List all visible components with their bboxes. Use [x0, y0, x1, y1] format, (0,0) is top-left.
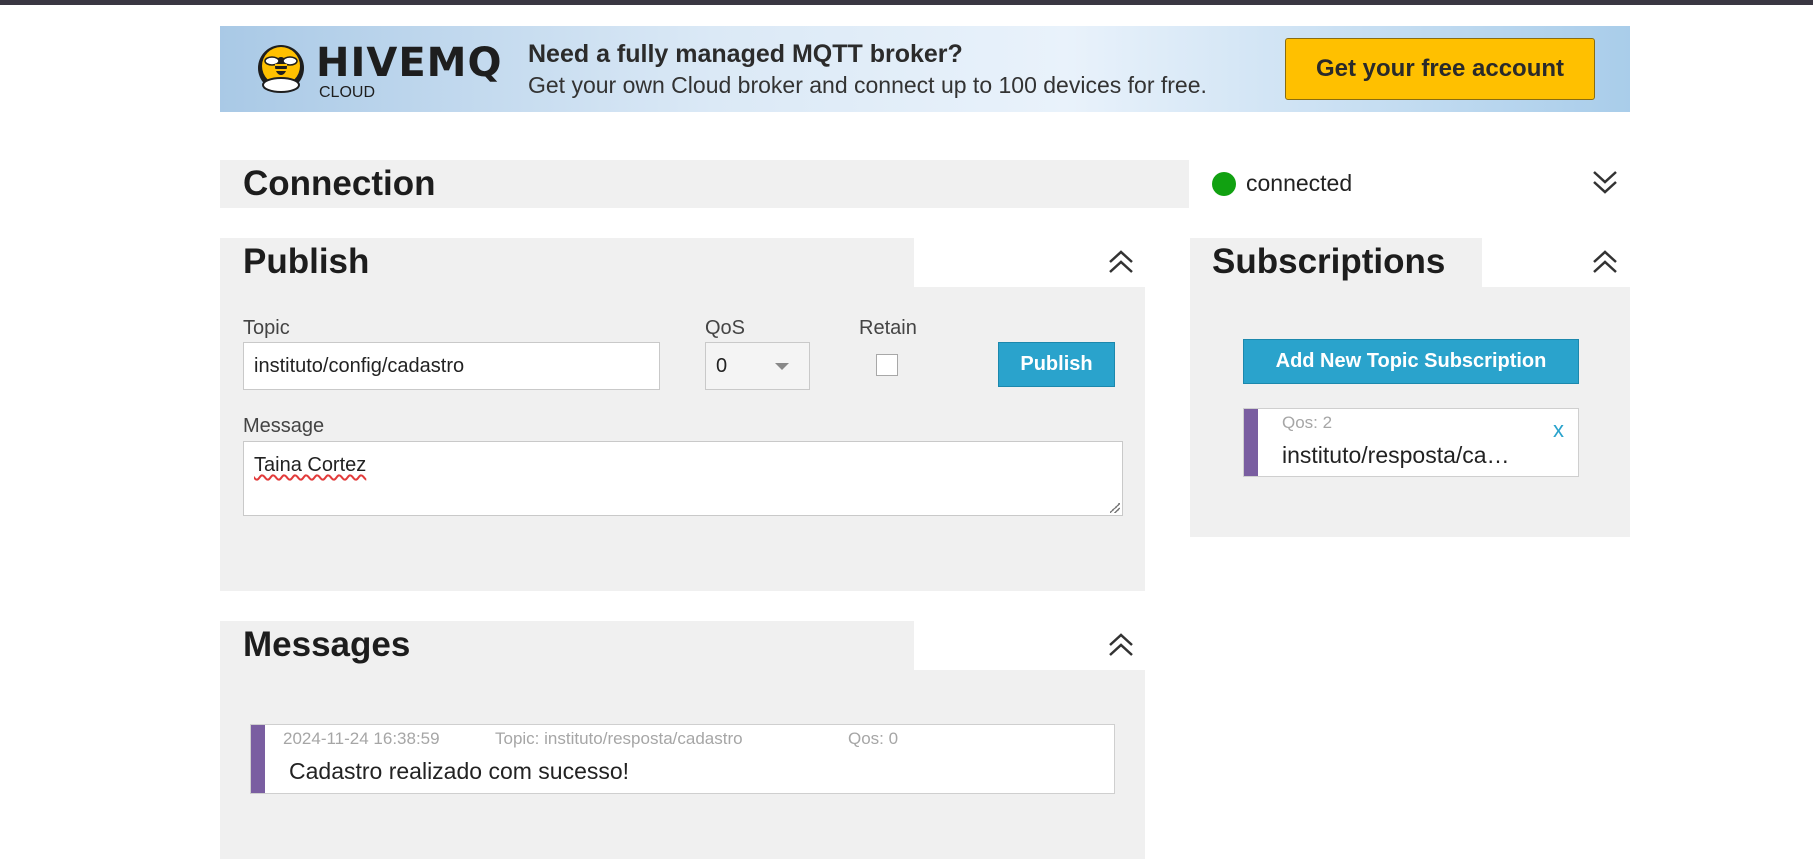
- topic-label: Topic: [243, 317, 290, 339]
- subscription-item[interactable]: Qos: 2 instituto/resposta/ca… x: [1243, 408, 1579, 477]
- chevron-double-up-icon[interactable]: [1590, 246, 1620, 276]
- subscriptions-panel-body: Add New Topic Subscription Qos: 2 instit…: [1190, 287, 1630, 537]
- publish-title: Publish: [243, 242, 370, 281]
- hivemq-cloud-banner: HIVEMQ CLOUD Need a fully managed MQTT b…: [220, 26, 1630, 112]
- messages-title: Messages: [243, 625, 411, 664]
- message-item[interactable]: 2024-11-24 16:38:59 Topic: instituto/res…: [250, 724, 1115, 794]
- qos-value: 0: [716, 355, 728, 377]
- resize-handle-icon[interactable]: [1110, 503, 1120, 513]
- publish-panel-header[interactable]: Publish: [220, 238, 914, 288]
- message-payload: Cadastro realizado com sucesso!: [289, 758, 630, 784]
- banner-subline: Get your own Cloud broker and connect up…: [528, 72, 1207, 98]
- caret-down-icon: [775, 363, 789, 370]
- qos-label: QoS: [705, 317, 746, 339]
- remove-subscription-button[interactable]: x: [1553, 417, 1564, 443]
- message-timestamp: 2024-11-24 16:38:59: [283, 729, 440, 748]
- connection-title: Connection: [243, 164, 436, 203]
- add-topic-subscription-button[interactable]: Add New Topic Subscription: [1243, 339, 1579, 384]
- subscription-topic: instituto/resposta/ca…: [1282, 442, 1510, 468]
- message-qos: Qos: 0: [848, 729, 899, 748]
- logo-subtitle: CLOUD: [319, 84, 376, 101]
- get-free-account-button[interactable]: Get your free account: [1285, 38, 1595, 100]
- banner-headline: Need a fully managed MQTT broker?: [528, 40, 963, 68]
- subscriptions-title: Subscriptions: [1212, 242, 1446, 281]
- window-top-bar: [0, 0, 1813, 5]
- retain-checkbox[interactable]: [876, 354, 898, 376]
- message-color-bar: [251, 725, 265, 793]
- message-textarea[interactable]: Taina Cortez: [243, 441, 1123, 516]
- logo-wordmark: HIVEMQ: [316, 40, 503, 86]
- publish-panel-body: Topic instituto/config/cadastro QoS 0 Re…: [220, 287, 1145, 591]
- chevron-double-up-icon[interactable]: [1106, 246, 1136, 276]
- message-text: Taina Cortez: [254, 454, 367, 476]
- message-label: Message: [243, 415, 325, 437]
- messages-panel-header[interactable]: Messages: [220, 621, 914, 671]
- hivemq-logo[interactable]: HIVEMQ CLOUD: [256, 40, 501, 101]
- chevron-double-down-icon[interactable]: [1590, 168, 1620, 198]
- status-indicator-icon: [1212, 172, 1236, 196]
- topic-input[interactable]: instituto/config/cadastro: [243, 342, 660, 390]
- messages-panel-body: 2024-11-24 16:38:59 Topic: instituto/res…: [220, 670, 1145, 859]
- retain-label: Retain: [859, 317, 917, 339]
- bee-icon: [258, 45, 304, 93]
- subscription-qos: Qos: 2: [1282, 413, 1333, 432]
- chevron-double-up-icon[interactable]: [1106, 629, 1136, 659]
- subscriptions-panel-header[interactable]: Subscriptions: [1190, 238, 1482, 288]
- subscription-color-bar: [1244, 409, 1258, 476]
- connection-panel-header[interactable]: Connection: [220, 160, 1189, 208]
- qos-select[interactable]: 0: [705, 342, 810, 390]
- publish-button[interactable]: Publish: [998, 342, 1115, 387]
- status-text: connected: [1246, 170, 1353, 196]
- message-topic: Topic: instituto/resposta/cadastro: [495, 729, 743, 748]
